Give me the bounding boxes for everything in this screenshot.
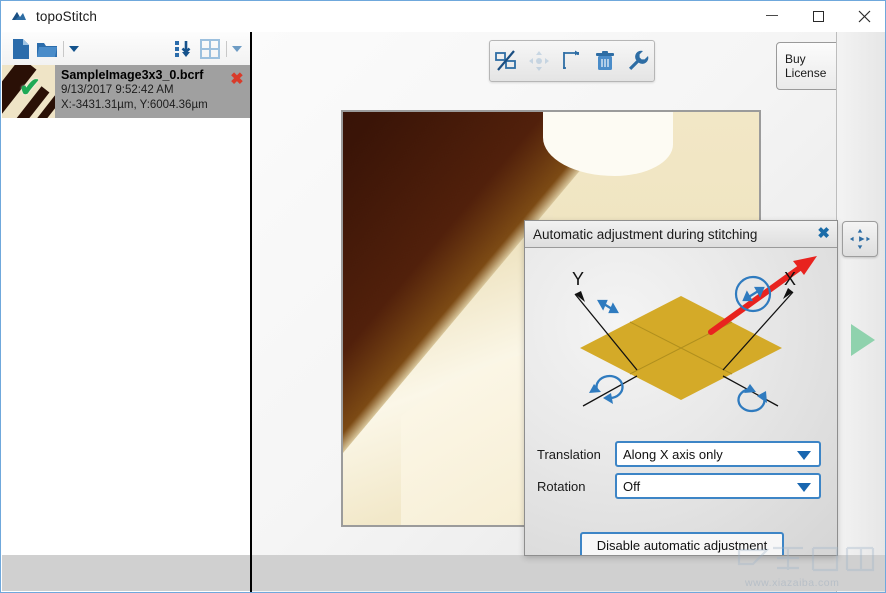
chevron-down-icon [797,451,811,460]
play-icon[interactable] [851,324,875,356]
toolbar-separator-1 [63,40,64,57]
close-button[interactable] [841,1,885,32]
file-status-check-icon: ✔ [19,72,41,102]
fit-to-view-button[interactable] [842,221,878,257]
trash-icon[interactable] [591,47,619,75]
main-canvas: Buy License Automatic adjustment during … [252,32,885,592]
file-list: ✔ SampleImage3x3_0.bcrf 9/13/2017 9:52:4… [2,65,250,592]
app-logo-icon [10,8,28,26]
rotation-field-row: Rotation Off [537,473,821,499]
buy-license-line1: Buy [785,52,806,66]
stitch-toolbar [489,40,655,82]
file-coordinates: X:-3431.31µm, Y:6004.36µm [61,99,208,111]
diagram-y-axis-label: Y [572,269,585,289]
translation-field-row: Translation Along X axis only [537,441,821,467]
buy-license-label: Buy License [785,52,826,80]
diagram-x-axis-label: X [784,269,797,289]
translation-label: Translation [537,446,601,462]
right-action-strip [836,32,885,592]
rotation-value: Off [623,478,641,494]
list-item[interactable]: ✔ SampleImage3x3_0.bcrf 9/13/2017 9:52:4… [2,65,250,118]
dialog-title-bar: Automatic adjustment during stitching ✖ [525,221,837,248]
new-file-icon[interactable] [8,36,34,62]
title-bar: topoStitch [1,1,885,32]
status-strip-divider [250,555,252,591]
dialog-close-icon[interactable]: ✖ [817,225,830,242]
file-info: SampleImage3x3_0.bcrf 9/13/2017 9:52:42 … [55,65,224,118]
move-icon[interactable] [525,47,553,75]
stitch-icon[interactable] [492,47,520,75]
file-toolbar [2,32,250,65]
translation-dropdown[interactable]: Along X axis only [615,441,821,467]
dialog-title: Automatic adjustment during stitching [533,226,758,242]
buy-license-line2: License [785,66,827,80]
disable-automatic-adjustment-button[interactable]: Disable automatic adjustment [580,532,784,555]
left-panel: ✔ SampleImage3x3_0.bcrf 9/13/2017 9:52:4… [2,32,250,592]
chevron-down-icon [797,483,811,492]
open-dropdown-caret-icon[interactable] [67,38,81,60]
rotation-dropdown[interactable]: Off [615,473,821,499]
sort-descending-icon[interactable] [171,36,197,62]
remove-file-icon[interactable]: ✖ [224,65,250,118]
status-strip [2,555,885,591]
file-name: SampleImage3x3_0.bcrf [61,68,204,82]
dialog-body: Y X Translation Along X axis only Rotati… [525,248,837,555]
toolbar-separator-2 [226,40,227,57]
file-thumbnail: ✔ [2,65,55,118]
grid-dropdown-caret-icon[interactable] [230,38,244,60]
minimize-button[interactable] [749,1,795,32]
grid-view-icon[interactable] [197,36,223,62]
maximize-button[interactable] [795,1,841,32]
window-title: topoStitch [36,9,98,24]
rotation-label: Rotation [537,478,586,494]
translation-value: Along X axis only [623,446,723,462]
window-controls [749,1,885,32]
align-corner-icon[interactable] [558,47,586,75]
file-date: 9/13/2017 9:52:42 AM [61,84,174,96]
automatic-adjustment-dialog: Automatic adjustment during stitching ✖ [524,220,838,556]
open-folder-icon[interactable] [34,36,60,62]
application-window: topoStitch ✔ SampleImage3x3_0.bcrf 9/13/… [0,0,886,593]
wrench-icon[interactable] [624,47,652,75]
